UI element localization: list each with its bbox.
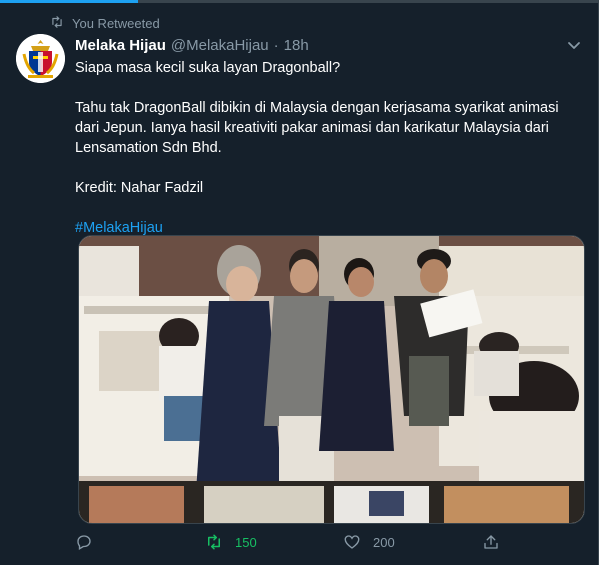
tweet-text: Siapa masa kecil suka layan Dragonball? … bbox=[75, 58, 575, 238]
like-icon bbox=[344, 535, 360, 549]
retweet-count: 150 bbox=[235, 534, 257, 550]
tweet-actions: 150 200 bbox=[75, 533, 505, 555]
photo-animation-studio bbox=[79, 236, 584, 523]
chevron-down-icon bbox=[568, 42, 580, 49]
avatar-crest-icon bbox=[16, 34, 65, 83]
avatar[interactable] bbox=[16, 34, 65, 83]
tweet-line: Kredit: Nahar Fadzil bbox=[75, 180, 204, 196]
retweet-context: You Retweeted bbox=[50, 14, 160, 32]
user-handle[interactable]: @MelakaHijau bbox=[171, 37, 269, 54]
more-options-button[interactable] bbox=[565, 36, 583, 54]
tweet-timestamp[interactable]: 18h bbox=[284, 37, 309, 54]
reply-icon bbox=[77, 535, 91, 550]
retweet-icon bbox=[208, 534, 220, 550]
like-button[interactable]: 200 bbox=[343, 533, 395, 551]
like-count: 200 bbox=[373, 534, 395, 550]
tweet-header: Melaka Hijau @MelakaHijau · 18h bbox=[75, 35, 309, 55]
retweet-button[interactable]: 150 bbox=[205, 533, 257, 551]
retweet-context-label: You Retweeted bbox=[72, 15, 160, 31]
display-name[interactable]: Melaka Hijau bbox=[75, 37, 166, 54]
tweet-line: Siapa masa kecil suka layan Dragonball? bbox=[75, 60, 341, 76]
share-button[interactable] bbox=[482, 533, 500, 551]
header-separator: · bbox=[273, 36, 279, 54]
retweet-icon bbox=[50, 15, 64, 32]
reply-button[interactable] bbox=[75, 533, 105, 551]
tweet-line: Tahu tak DragonBall dibikin di Malaysia … bbox=[75, 100, 559, 156]
tweet-photo[interactable] bbox=[78, 235, 585, 524]
top-accent-bar bbox=[0, 0, 138, 3]
share-icon bbox=[484, 535, 498, 549]
